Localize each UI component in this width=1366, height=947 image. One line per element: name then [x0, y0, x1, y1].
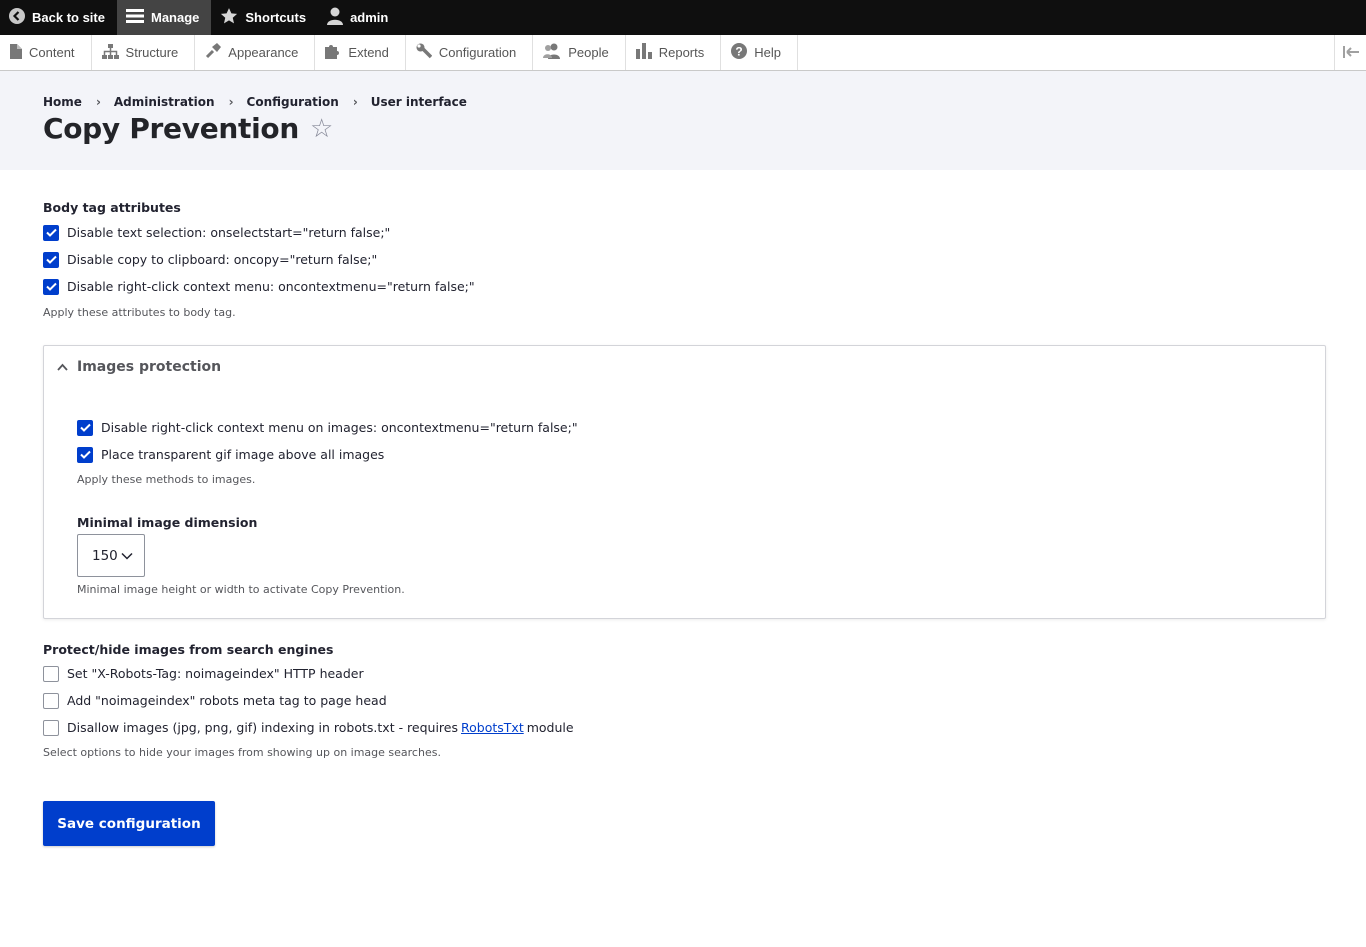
checkbox-unchecked-icon[interactable]	[43, 692, 59, 709]
images-methods-description: Apply these methods to images.	[77, 473, 256, 486]
back-to-site-link[interactable]: Back to site	[0, 0, 117, 35]
checkbox-unchecked-icon[interactable]	[43, 719, 59, 736]
body-attributes-group: Body tag attributes Disable text selecti…	[43, 200, 475, 319]
checkbox-disable-image-context-menu[interactable]: Disable right-click context menu on imag…	[77, 414, 578, 441]
checkbox-label: Set "X-Robots-Tag: noimageindex" HTTP he…	[67, 666, 364, 681]
hamburger-icon	[125, 8, 151, 27]
menu-item-extend[interactable]: Extend	[315, 35, 406, 70]
search-engines-label: Protect/hide images from search engines	[43, 642, 334, 657]
menu-item-label: Configuration	[438, 45, 517, 60]
minimal-dimension-label: Minimal image dimension	[77, 515, 258, 530]
checkbox-checked-icon[interactable]	[43, 278, 59, 295]
checkbox-label: Add "noimageindex" robots meta tag to pa…	[67, 693, 387, 708]
menu-item-reports[interactable]: Reports	[626, 35, 722, 70]
save-configuration-button[interactable]: Save configuration	[43, 801, 215, 846]
menu-item-content[interactable]: Content	[0, 35, 92, 70]
breadcrumb-separator: ›	[228, 95, 234, 109]
star-icon	[220, 7, 245, 28]
manage-tab[interactable]: Manage	[116, 0, 212, 35]
checkbox-label: Disable right-click context menu: oncont…	[67, 279, 475, 294]
search-engines-description: Select options to hide your images from …	[43, 746, 441, 759]
admin-menu-tray: Content Structure Appearance Extend Conf…	[0, 35, 1366, 71]
checkbox-robots-meta-tag[interactable]: Add "noimageindex" robots meta tag to pa…	[43, 687, 574, 714]
paintbrush-icon	[205, 43, 228, 62]
select-value: 150	[92, 547, 118, 564]
checkbox-x-robots-tag[interactable]: Set "X-Robots-Tag: noimageindex" HTTP he…	[43, 660, 574, 687]
checkbox-label: Disable right-click context menu on imag…	[101, 420, 578, 435]
file-icon	[10, 43, 29, 62]
people-icon	[543, 43, 568, 62]
collapse-arrow-icon	[1342, 43, 1359, 62]
breadcrumb-user-interface[interactable]: User interface	[371, 95, 467, 109]
wrench-icon	[416, 43, 439, 62]
chevron-up-icon	[57, 359, 77, 375]
menu-item-people[interactable]: People	[533, 35, 626, 70]
checkbox-label-suffix: module	[526, 720, 574, 735]
checkbox-disable-text-selection[interactable]: Disable text selection: onselectstart="r…	[43, 219, 475, 246]
robotstxt-link[interactable]: RobotsTxt	[461, 720, 524, 735]
menu-item-label: Content	[29, 45, 75, 60]
chevron-down-icon	[118, 548, 133, 564]
menu-item-label: Reports	[658, 45, 705, 60]
checkbox-checked-icon[interactable]	[77, 419, 93, 436]
checkbox-checked-icon[interactable]	[43, 251, 59, 268]
manage-label: Manage	[150, 10, 200, 25]
breadcrumb-configuration[interactable]: Configuration	[247, 95, 339, 109]
shortcuts-tab[interactable]: Shortcuts	[211, 0, 318, 35]
menu-item-label: Structure	[125, 45, 179, 60]
menu-item-label: People	[568, 45, 609, 60]
images-protection-title: Images protection	[77, 359, 222, 375]
breadcrumb: Home › Administration › Configuration › …	[43, 95, 467, 109]
images-protection-summary[interactable]: Images protection	[57, 359, 221, 375]
bar-chart-icon	[635, 43, 659, 62]
checkbox-label: Disable copy to clipboard: oncopy="retur…	[67, 252, 378, 267]
images-protection-details: Images protection Disable right-click co…	[43, 345, 1326, 619]
admin-toolbar: Back to site Manage Shortcuts admin	[0, 0, 1366, 35]
menu-item-label: Appearance	[228, 45, 299, 60]
puzzle-icon	[325, 43, 348, 62]
add-shortcut-star-icon[interactable]: ☆	[310, 116, 333, 142]
checkbox-robots-txt[interactable]: Disallow images (jpg, png, gif) indexing…	[43, 714, 574, 741]
user-icon	[327, 7, 350, 28]
minimal-dimension-select[interactable]: 150	[77, 534, 145, 577]
user-tab[interactable]: admin	[318, 0, 400, 35]
checkbox-transparent-gif[interactable]: Place transparent gif image above all im…	[77, 441, 578, 468]
checkbox-checked-icon[interactable]	[77, 446, 93, 463]
page-title: Copy Prevention	[43, 112, 299, 145]
sitemap-icon	[101, 43, 126, 62]
user-label: admin	[350, 10, 389, 25]
shortcuts-label: Shortcuts	[245, 10, 307, 25]
checkbox-disable-context-menu[interactable]: Disable right-click context menu: oncont…	[43, 273, 475, 300]
breadcrumb-separator: ›	[95, 95, 101, 109]
body-attributes-description: Apply these attributes to body tag.	[43, 306, 236, 319]
checkbox-label: Disallow images (jpg, png, gif) indexing…	[67, 720, 459, 735]
menu-item-label: Extend	[348, 45, 389, 60]
menu-item-structure[interactable]: Structure	[92, 35, 196, 70]
breadcrumb-home[interactable]: Home	[43, 95, 82, 109]
search-engines-group: Protect/hide images from search engines …	[43, 642, 574, 759]
minimal-dimension-description: Minimal image height or width to activat…	[77, 583, 405, 596]
menu-item-help[interactable]: ? Help	[721, 35, 798, 70]
menu-item-configuration[interactable]: Configuration	[406, 35, 534, 70]
page-header: Home › Administration › Configuration › …	[0, 71, 1366, 170]
checkbox-label: Disable text selection: onselectstart="r…	[67, 225, 391, 240]
help-icon: ?	[731, 43, 754, 62]
back-to-site-label: Back to site	[32, 10, 105, 25]
breadcrumb-separator: ›	[352, 95, 358, 109]
menu-item-appearance[interactable]: Appearance	[195, 35, 316, 70]
checkbox-unchecked-icon[interactable]	[43, 665, 59, 682]
checkbox-checked-icon[interactable]	[43, 224, 59, 241]
menu-item-label: Help	[754, 45, 781, 60]
checkbox-disable-copy[interactable]: Disable copy to clipboard: oncopy="retur…	[43, 246, 475, 273]
back-arrow-icon	[9, 8, 32, 27]
breadcrumb-administration[interactable]: Administration	[114, 95, 215, 109]
checkbox-label: Place transparent gif image above all im…	[101, 447, 385, 462]
toolbar-orientation-toggle[interactable]	[1334, 35, 1366, 70]
svg-text:?: ?	[736, 45, 743, 59]
body-attributes-label: Body tag attributes	[43, 200, 181, 215]
